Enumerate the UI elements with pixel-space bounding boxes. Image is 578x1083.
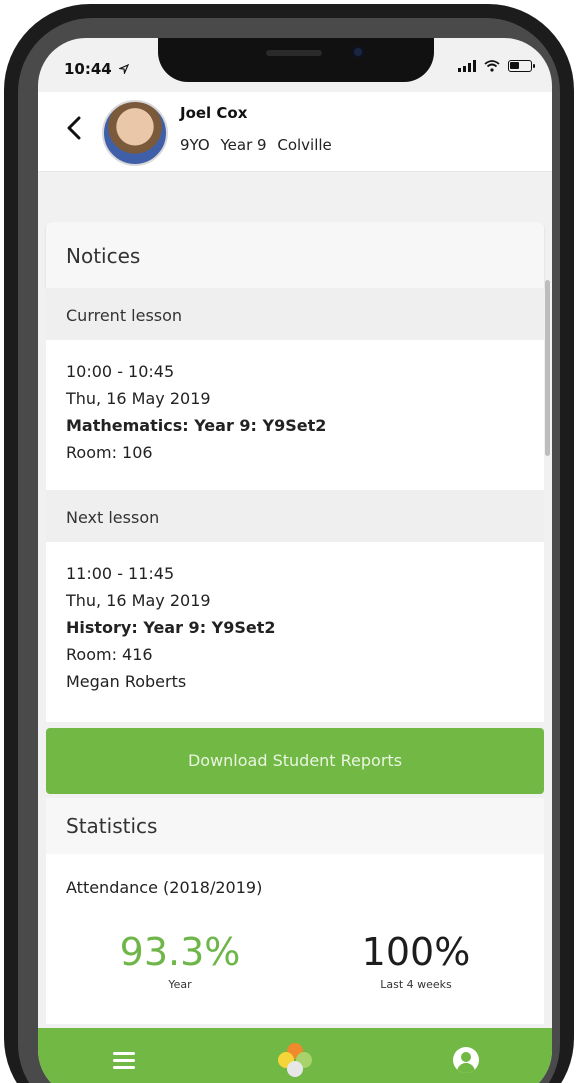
next-lesson-room: Room: 416 [66,645,153,664]
scrollbar[interactable] [545,280,550,456]
account-button[interactable] [436,1040,496,1080]
statistics-card: Attendance (2018/2019) 93.3% Year 100% L… [46,854,544,1024]
current-lesson-room: Room: 106 [66,443,153,462]
current-lesson-time: 10:00 - 10:45 [66,362,175,381]
student-meta: 9YO Year 9 Colville [180,136,338,154]
app-screen: 10:44 Joel Cox 9YO Year 9 Colville Notic… [38,38,552,1083]
home-logo-button[interactable] [265,1040,325,1080]
front-camera [352,46,364,58]
signal-icon [458,60,476,72]
chevron-left-icon [67,116,81,140]
student-avatar [102,100,168,166]
student-name: Joel Cox [180,104,248,122]
student-form: 9YO [180,136,210,154]
next-lesson-date: Thu, 16 May 2019 [66,591,211,610]
back-button[interactable] [56,110,92,146]
battery-icon [508,60,535,72]
phone-notch [158,38,434,82]
next-lesson-teacher: Megan Roberts [66,672,187,691]
attendance-last4-caption: Last 4 weeks [380,978,452,991]
current-lesson-card[interactable]: 10:00 - 10:45 Thu, 16 May 2019 Mathemati… [46,340,544,490]
download-student-reports-button[interactable]: Download Student Reports [46,728,544,794]
speaker-grille [266,50,322,56]
main-content: Notices Current lesson 10:00 - 10:45 Thu… [46,172,544,1024]
bottom-navigation [38,1028,552,1083]
user-account-icon [453,1047,480,1073]
notices-header[interactable]: Notices [46,222,544,288]
attendance-last4-value: 100% [361,930,471,974]
status-time: 10:44 [64,60,130,78]
student-house: Colville [277,136,332,154]
menu-icon [112,1048,135,1073]
current-lesson-label: Current lesson [46,288,544,340]
student-year: Year 9 [220,136,267,154]
current-lesson-date: Thu, 16 May 2019 [66,389,211,408]
next-lesson-subject: History: Year 9: Y9Set2 [66,618,276,637]
statistics-header[interactable]: Statistics [46,798,544,854]
current-lesson-subject: Mathematics: Year 9: Y9Set2 [66,416,327,435]
location-arrow-icon [117,63,130,76]
attendance-year-value: 93.3% [119,930,241,974]
app-logo-icon [277,1043,312,1077]
next-lesson-time: 11:00 - 11:45 [66,564,175,583]
student-header: Joel Cox 9YO Year 9 Colville [38,92,552,172]
attendance-label: Attendance (2018/2019) [66,878,263,897]
attendance-last4-stat: 100% Last 4 weeks [346,930,486,991]
menu-button[interactable] [94,1040,154,1080]
attendance-year-caption: Year [168,978,192,991]
attendance-year-stat: 93.3% Year [110,930,250,991]
next-lesson-label: Next lesson [46,490,544,542]
next-lesson-card[interactable]: 11:00 - 11:45 Thu, 16 May 2019 History: … [46,542,544,722]
wifi-icon [484,60,500,72]
status-icons [458,60,535,72]
